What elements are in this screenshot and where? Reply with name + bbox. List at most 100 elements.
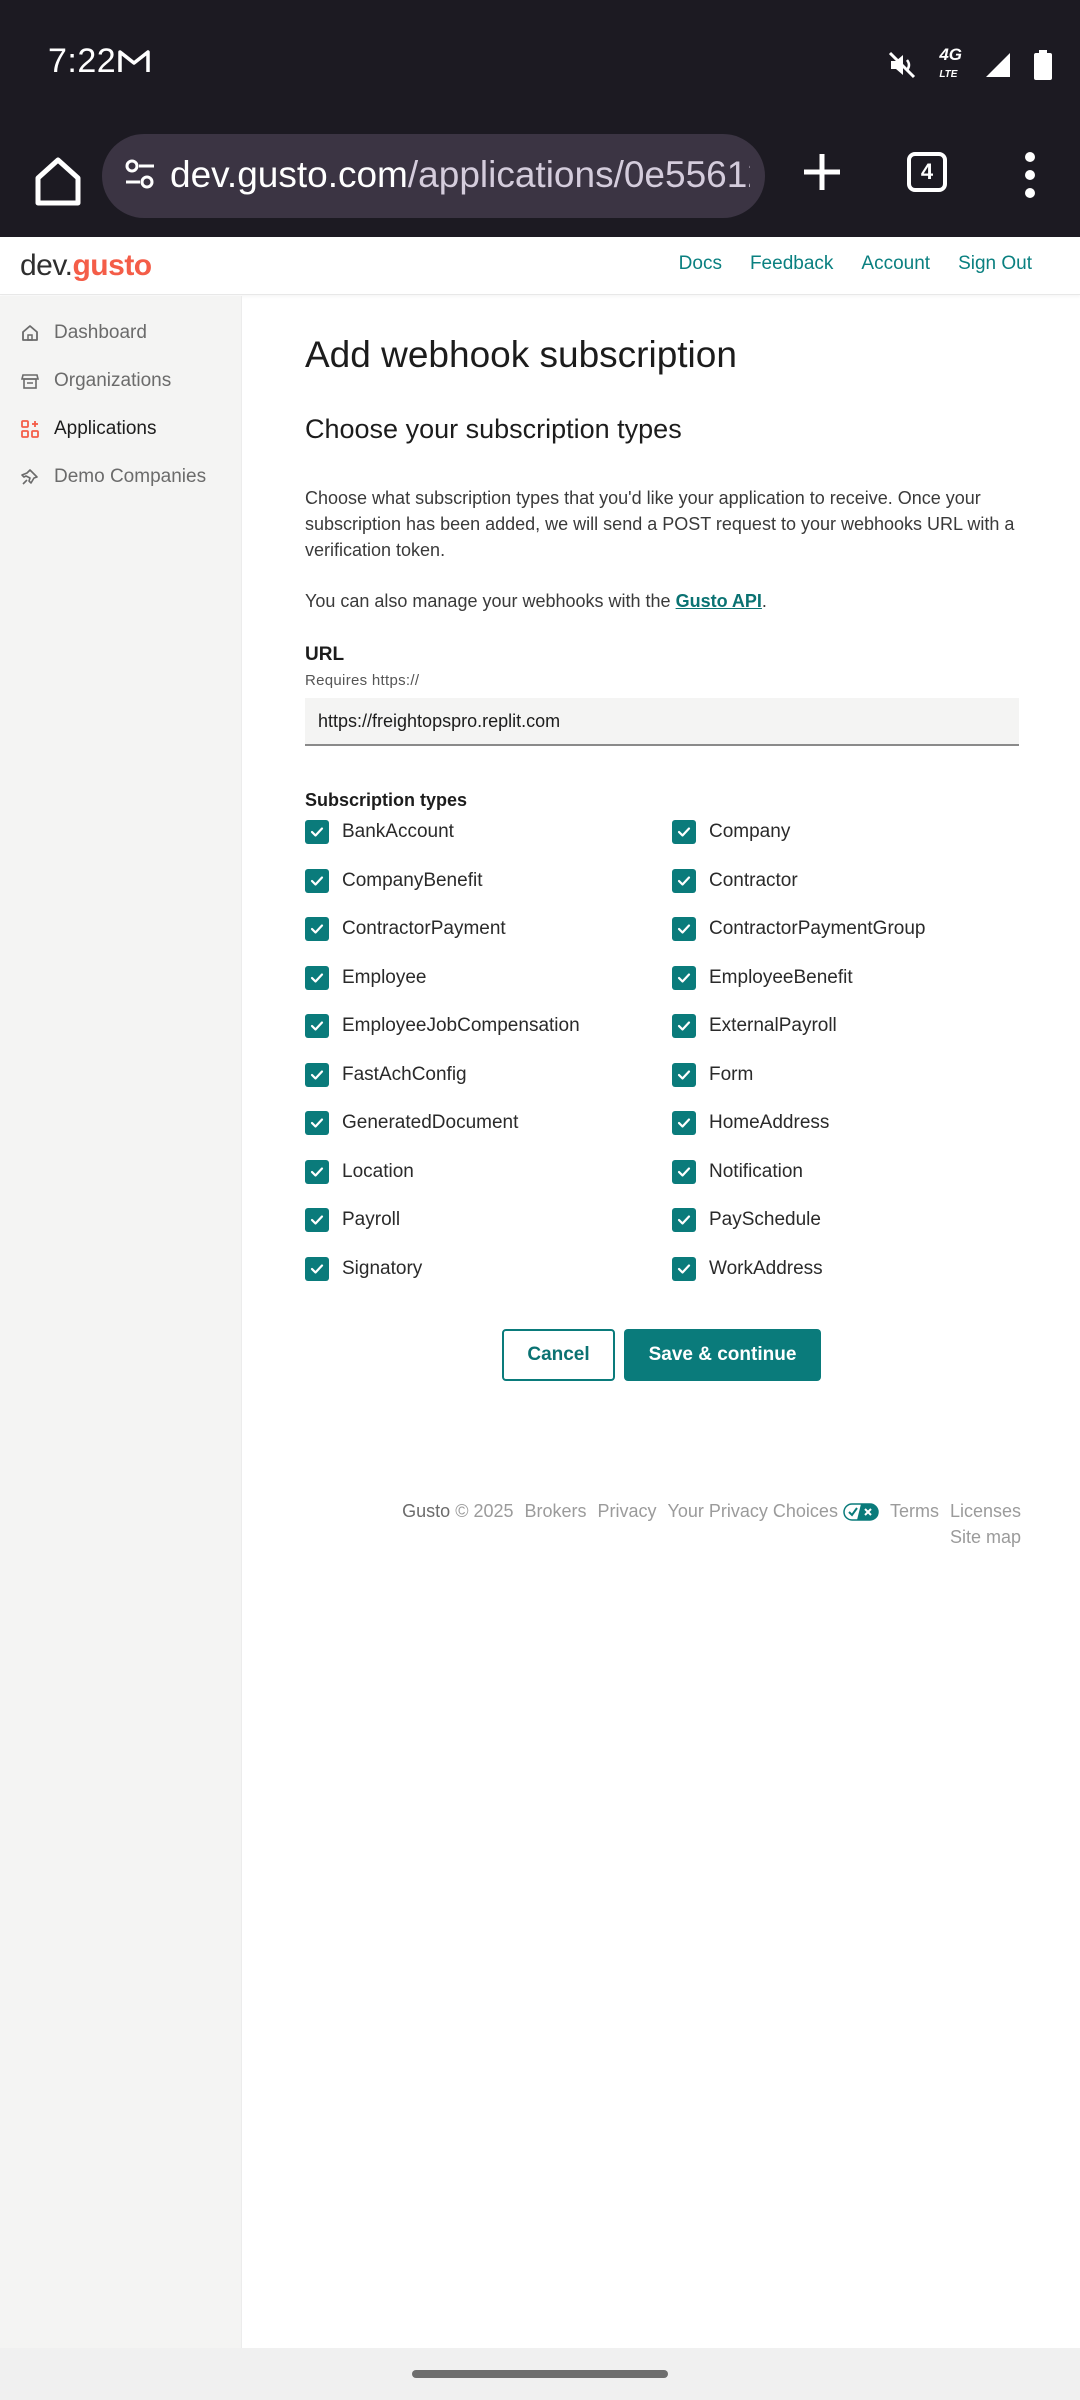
subscription-checkbox-item[interactable]: Contractor: [672, 868, 798, 894]
checkbox-checked-icon[interactable]: [672, 965, 696, 990]
sidebar-item-dashboard[interactable]: Dashboard: [20, 318, 147, 348]
checkbox-checked-icon[interactable]: [305, 868, 329, 893]
sidebar-item-label: Organizations: [54, 370, 172, 391]
checkbox-checked-icon[interactable]: [672, 1062, 696, 1087]
subscription-checkbox-item[interactable]: FastAchConfig: [305, 1062, 467, 1088]
subscription-checkbox-item[interactable]: ContractorPayment: [305, 916, 506, 942]
url-path: /applications/0e556122: [407, 154, 750, 195]
sidebar-item-organizations[interactable]: Organizations: [20, 366, 171, 396]
browser-toolbar: dev.gusto.com/applications/0e556122 4: [0, 125, 1080, 237]
subscription-checkbox-label: Notification: [709, 1160, 803, 1182]
checkbox-checked-icon[interactable]: [305, 820, 329, 844]
description-text: Choose what subscription types that you'…: [305, 488, 1015, 560]
checkbox-checked-icon[interactable]: [672, 1256, 696, 1281]
footer-privacy-choices-link[interactable]: Your Privacy Choices: [668, 1501, 838, 1522]
subscription-checkbox-item[interactable]: ExternalPayroll: [672, 1013, 837, 1039]
nav-feedback-link[interactable]: Feedback: [750, 253, 833, 275]
more-options-icon[interactable]: [1020, 150, 1040, 200]
gusto-api-link[interactable]: Gusto API: [676, 591, 762, 611]
checkbox-checked-icon[interactable]: [305, 1014, 329, 1038]
footer-copyright: Gusto © 2025: [402, 1501, 513, 1522]
sidebar-item-applications[interactable]: Applications: [20, 414, 156, 444]
logo-gusto: gusto: [72, 249, 152, 282]
manage-prefix: You can also manage your webhooks with t…: [305, 591, 676, 611]
gesture-area: [0, 2348, 1080, 2400]
subscription-checkbox-label: ExternalPayroll: [709, 1015, 837, 1036]
cancel-button[interactable]: Cancel: [502, 1329, 615, 1381]
subscription-checkbox-label: Company: [709, 821, 791, 842]
url-input[interactable]: [305, 698, 1019, 746]
sidebar-item-label: Demo Companies: [54, 466, 207, 487]
subscription-checkbox-item[interactable]: Payroll: [305, 1207, 400, 1233]
subscription-checkbox-item[interactable]: HomeAddress: [672, 1110, 829, 1136]
nav-account-link[interactable]: Account: [861, 253, 930, 275]
privacy-choices-icon: [843, 1502, 879, 1521]
sidebar-item-label: Dashboard: [54, 322, 147, 343]
address-bar[interactable]: dev.gusto.com/applications/0e556122: [102, 134, 765, 218]
status-icons: 4G LTE: [887, 46, 1052, 83]
subscription-checkbox-item[interactable]: WorkAddress: [672, 1256, 823, 1282]
home-gesture-handle[interactable]: [412, 2370, 668, 2378]
checkbox-checked-icon[interactable]: [305, 965, 329, 990]
footer-privacy-link[interactable]: Privacy: [598, 1501, 657, 1522]
footer-brokers-link[interactable]: Brokers: [525, 1501, 587, 1522]
checkbox-checked-icon[interactable]: [672, 1208, 696, 1232]
nav-docs-link[interactable]: Docs: [679, 253, 722, 275]
url-text[interactable]: dev.gusto.com/applications/0e556122: [170, 154, 750, 196]
subscription-checkbox-item[interactable]: ContractorPaymentGroup: [672, 916, 926, 942]
footer-site-map-link[interactable]: Site map: [950, 1527, 1021, 1548]
subscription-checkbox-label: Form: [709, 1063, 754, 1085]
subscription-checkbox-item[interactable]: EmployeeBenefit: [672, 965, 853, 991]
checkbox-checked-icon[interactable]: [672, 1159, 696, 1184]
manage-webhooks-text: You can also manage your webhooks with t…: [305, 591, 767, 612]
subscription-checkbox-label: Location: [342, 1160, 414, 1182]
url-label: URL: [305, 644, 345, 665]
checkbox-checked-icon[interactable]: [305, 917, 329, 941]
sidebar-item-label: Applications: [54, 418, 157, 439]
checkbox-checked-icon[interactable]: [305, 1159, 329, 1184]
checkbox-checked-icon[interactable]: [305, 1256, 329, 1281]
subscription-checkbox-item[interactable]: Company: [672, 819, 790, 845]
subscription-checkbox-item[interactable]: BankAccount: [305, 819, 454, 845]
checkbox-checked-icon[interactable]: [672, 1111, 696, 1135]
footer-brand: Gusto: [402, 1501, 451, 1521]
subscription-checkbox-item[interactable]: Signatory: [305, 1256, 422, 1282]
checkbox-checked-icon[interactable]: [672, 820, 696, 844]
subscription-checkbox-item[interactable]: PaySchedule: [672, 1207, 821, 1233]
dev-gusto-logo[interactable]: dev.gusto: [20, 249, 152, 283]
subscription-checkbox-item[interactable]: GeneratedDocument: [305, 1110, 518, 1136]
checkbox-checked-icon[interactable]: [672, 1014, 696, 1038]
top-nav: Docs Feedback Account Sign Out: [679, 253, 1032, 275]
subscription-checkbox-item[interactable]: Form: [672, 1062, 753, 1088]
checkbox-checked-icon[interactable]: [672, 917, 696, 941]
mute-icon: [889, 51, 916, 78]
subscription-checkbox-label: FastAchConfig: [342, 1063, 467, 1085]
footer-licenses-link[interactable]: Licenses: [950, 1501, 1021, 1522]
tab-switcher-button[interactable]: 4: [907, 152, 947, 192]
subscription-checkbox-item[interactable]: EmployeeJobCompensation: [305, 1013, 580, 1039]
manage-suffix: .: [761, 591, 767, 611]
new-tab-icon[interactable]: [800, 150, 844, 194]
nav-sign-out-link[interactable]: Sign Out: [958, 253, 1032, 275]
subscription-checkbox-label: Employee: [342, 966, 427, 988]
footer-terms-link[interactable]: Terms: [890, 1501, 939, 1522]
home-icon[interactable]: [28, 151, 88, 211]
subscription-checkbox-label: ContractorPayment: [342, 918, 506, 939]
footer-privacy-choices[interactable]: Your Privacy Choices: [668, 1501, 879, 1522]
subscription-checkbox-label: BankAccount: [342, 821, 454, 842]
subscription-checkbox-item[interactable]: CompanyBenefit: [305, 868, 482, 894]
checkbox-checked-icon[interactable]: [672, 868, 696, 893]
sidebar-item-demo-companies[interactable]: Demo Companies: [20, 462, 206, 492]
subscription-checkbox-item[interactable]: Notification: [672, 1159, 803, 1185]
page-title: Add webhook subscription: [305, 334, 737, 375]
checkbox-checked-icon[interactable]: [305, 1208, 329, 1232]
save-continue-button[interactable]: Save & continue: [624, 1329, 821, 1381]
subscription-checkbox-label: WorkAddress: [709, 1257, 823, 1279]
subscription-checkbox-item[interactable]: Employee: [305, 965, 427, 991]
checkbox-checked-icon[interactable]: [305, 1062, 329, 1087]
site-settings-icon[interactable]: [122, 156, 158, 192]
subscription-types-label: Subscription types: [305, 790, 468, 810]
network-4g-icon: 4G LTE: [939, 45, 962, 80]
subscription-checkbox-item[interactable]: Location: [305, 1159, 414, 1185]
checkbox-checked-icon[interactable]: [305, 1111, 329, 1135]
